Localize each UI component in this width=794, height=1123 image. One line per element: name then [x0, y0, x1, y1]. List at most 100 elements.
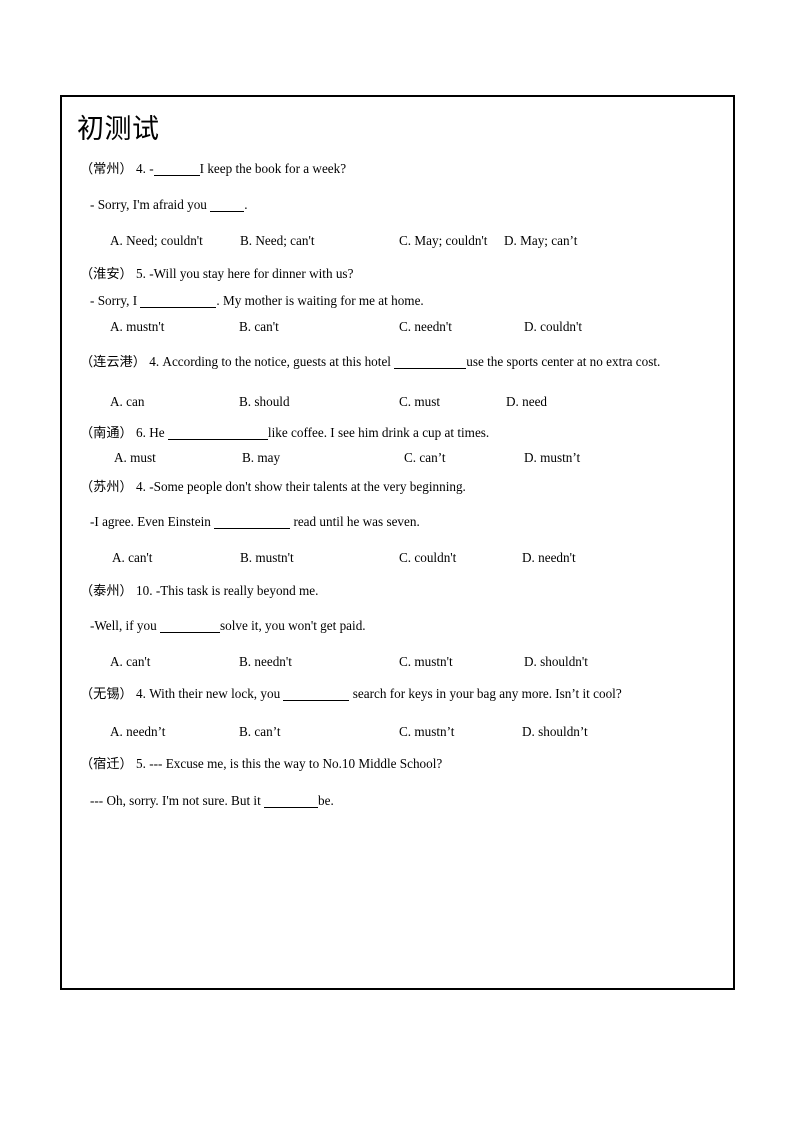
option-choice[interactable]: C. can’t: [404, 450, 446, 465]
question-block: （淮安） 5. -Will you stay here for dinner w…: [74, 266, 723, 334]
option-choice[interactable]: D. mustn’t: [524, 450, 580, 465]
question-reply-text-after-blank: .: [244, 197, 248, 212]
answer-blank[interactable]: [394, 353, 467, 369]
page-canvas: 初测试 （常州） 4. - I keep the book for a week…: [0, 0, 794, 1123]
question-source: （常州）: [80, 161, 133, 176]
question-list: （常州） 4. - I keep the book for a week? - S…: [74, 161, 723, 809]
option-choice[interactable]: D. May; can’t: [504, 233, 577, 248]
question-reply-text-after-blank: . My mother is waiting for me at home.: [216, 293, 424, 308]
question-stem: （宿迁） 5. --- Excuse me, is this the way t…: [74, 756, 723, 771]
option-row: A. can B. should C. must D. need: [74, 394, 723, 409]
option-row: A. must B. may C. can’t D. mustn’t: [74, 450, 723, 465]
option-choice[interactable]: B. mustn't: [240, 550, 294, 565]
option-choice[interactable]: A. needn’t: [110, 724, 165, 739]
option-row: A. needn’t B. can’t C. mustn’t D. shouldn’t: [74, 724, 723, 739]
question-stem-text: According to the notice, guests at this …: [162, 354, 395, 369]
question-reply-text: -Well, if you: [90, 618, 160, 633]
option-choice[interactable]: D. shouldn’t: [522, 724, 588, 739]
question-reply: -Well, if you solve it, you won't get pa…: [74, 618, 723, 634]
question-number: 4.: [132, 686, 150, 701]
answer-blank[interactable]: [283, 685, 350, 701]
option-choice[interactable]: C. May; couldn't: [399, 233, 487, 248]
question-source: （无锡）: [80, 686, 133, 701]
question-number: 4.: [145, 354, 163, 369]
answer-blank[interactable]: [167, 424, 268, 440]
question-reply-text: --- Oh, sorry. I'm not sure. But it: [90, 793, 265, 808]
question-block: （南通） 6. He like coffee. I see him drink …: [74, 425, 723, 465]
question-block: （连云港） 4. According to the notice, guests…: [74, 354, 723, 409]
question-reply-text-after-blank: read until he was seven.: [290, 514, 420, 529]
question-block: （宿迁） 5. --- Excuse me, is this the way t…: [74, 756, 723, 809]
question-stem: （淮安） 5. -Will you stay here for dinner w…: [74, 266, 723, 281]
option-row: A. Need; couldn't B. Need; can't C. May; c…: [74, 233, 723, 248]
option-choice[interactable]: C. mustn’t: [399, 724, 454, 739]
option-row: A. can't B. mustn't C. couldn't D. needn't: [74, 550, 723, 565]
question-reply-text: - Sorry, I'm afraid you: [90, 197, 211, 212]
question-stem: （常州） 4. - I keep the book for a week?: [74, 161, 723, 177]
option-choice[interactable]: B. can't: [239, 319, 279, 334]
question-stem-text: -Some people don't show their talents at…: [149, 479, 466, 494]
answer-blank[interactable]: [153, 160, 200, 176]
option-choice[interactable]: C. must: [399, 394, 440, 409]
option-choice[interactable]: D. needn't: [522, 550, 576, 565]
question-reply-text-after-blank: be.: [318, 793, 334, 808]
answer-blank[interactable]: [264, 792, 319, 808]
question-number: 5.: [132, 266, 150, 281]
answer-blank[interactable]: [214, 513, 291, 529]
answer-blank[interactable]: [210, 196, 245, 212]
option-choice[interactable]: A. must: [114, 450, 156, 465]
question-stem: （苏州） 4. -Some people don't show their ta…: [74, 479, 723, 494]
option-choice[interactable]: B. can’t: [239, 724, 281, 739]
option-choice[interactable]: B. Need; can't: [240, 233, 315, 248]
question-stem: （连云港） 4. According to the notice, guests…: [74, 354, 723, 370]
answer-blank[interactable]: [140, 292, 217, 308]
option-choice[interactable]: C. couldn't: [399, 550, 456, 565]
question-stem: （无锡） 4. With their new lock, you search …: [74, 686, 723, 702]
option-choice[interactable]: C. needn't: [399, 319, 452, 334]
question-number: 5.: [132, 756, 150, 771]
question-block: （泰州） 10. -This task is really beyond me.…: [74, 583, 723, 669]
option-choice[interactable]: A. can't: [110, 654, 150, 669]
page-title: 初测试: [77, 114, 160, 144]
question-number: 10.: [132, 583, 156, 598]
question-number: 4.: [132, 479, 150, 494]
question-reply: -I agree. Even Einstein read until he wa…: [74, 514, 723, 530]
option-choice[interactable]: D. need: [506, 394, 547, 409]
option-choice[interactable]: A. can: [110, 394, 144, 409]
option-choice[interactable]: C. mustn't: [399, 654, 453, 669]
question-reply-text: - Sorry, I: [90, 293, 141, 308]
option-row: A. can't B. needn't C. mustn't D. shouldn't: [74, 654, 723, 669]
question-stem: （泰州） 10. -This task is really beyond me.: [74, 583, 723, 598]
question-reply: --- Oh, sorry. I'm not sure. But it be.: [74, 793, 723, 809]
question-source: （苏州）: [80, 479, 133, 494]
option-choice[interactable]: B. should: [239, 394, 290, 409]
option-choice[interactable]: A. can't: [112, 550, 152, 565]
question-source: （连云港）: [80, 354, 146, 369]
option-choice[interactable]: B. needn't: [239, 654, 292, 669]
option-choice[interactable]: D. shouldn't: [524, 654, 588, 669]
question-stem-text: -Will you stay here for dinner with us?: [149, 266, 354, 281]
question-stem-text-after-blank: like coffee. I see him drink a cup at ti…: [267, 425, 490, 440]
option-choice[interactable]: A. Need; couldn't: [110, 233, 203, 248]
option-row: A. mustn't B. can't C. needn't D. couldn't: [74, 319, 723, 334]
answer-blank[interactable]: [160, 617, 220, 633]
question-reply: - Sorry, I'm afraid you .: [74, 197, 723, 213]
question-number: 4.: [132, 161, 150, 176]
option-choice[interactable]: B. may: [242, 450, 280, 465]
option-choice[interactable]: D. couldn't: [524, 319, 582, 334]
question-block: （常州） 4. - I keep the book for a week? - S…: [74, 161, 723, 248]
option-choice[interactable]: A. mustn't: [110, 319, 164, 334]
